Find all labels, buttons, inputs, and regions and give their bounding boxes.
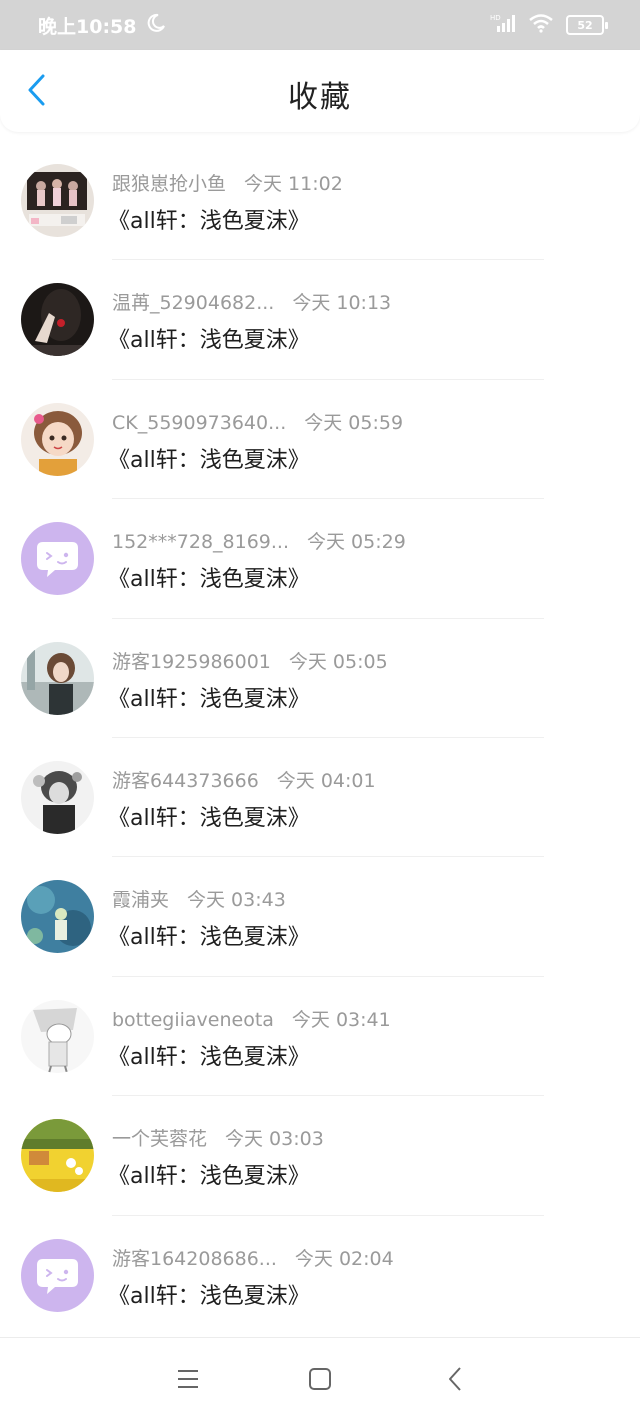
menu-icon (176, 1368, 200, 1394)
item-title[interactable]: 《all轩：浅色夏沫》 (108, 919, 310, 951)
item-meta: bottegiiaveneota 今天 03:41 (112, 1005, 391, 1032)
home-square-icon (308, 1367, 332, 1395)
avatar[interactable] (21, 760, 94, 834)
item-title[interactable]: 《all轩：浅色夏沫》 (108, 561, 310, 593)
user-name[interactable]: 霞浦夹 (112, 885, 169, 912)
user-name[interactable]: CK_5590973640... (112, 412, 286, 434)
default-chat-avatar-icon[interactable] (21, 522, 94, 596)
user-name[interactable]: 游客164208686... (112, 1244, 277, 1271)
status-right: HD 52 (490, 13, 608, 37)
battery-level: 52 (577, 18, 593, 32)
hd-label: HD (490, 14, 501, 22)
item-title[interactable]: 《all轩：浅色夏沫》 (108, 681, 310, 713)
item-meta: 霞浦夹 今天 03:43 (112, 885, 286, 912)
system-back-button[interactable] (440, 1366, 470, 1396)
home-button[interactable] (305, 1366, 335, 1396)
wifi-icon (528, 13, 554, 37)
user-name[interactable]: 温苒_52904682... (112, 288, 274, 315)
list-item[interactable]: 游客164208686... 今天 02:04 《all轩：浅色夏沫》 (0, 1216, 640, 1335)
user-name[interactable]: 跟狼崽抢小鱼 (112, 169, 226, 196)
timestamp: 今天 03:43 (187, 889, 286, 912)
item-title[interactable]: 《all轩：浅色夏沫》 (108, 1039, 310, 1071)
item-meta: 152***728_8169... 今天 05:29 (112, 527, 406, 554)
user-name[interactable]: 游客1925986001 (112, 647, 271, 674)
avatar[interactable] (21, 402, 94, 476)
list-item[interactable]: CK_5590973640... 今天 05:59 《all轩：浅色夏沫》 (0, 380, 640, 500)
avatar[interactable] (21, 283, 94, 357)
item-title[interactable]: 《all轩：浅色夏沫》 (108, 1158, 310, 1190)
item-title[interactable]: 《all轩：浅色夏沫》 (108, 800, 310, 832)
timestamp: 今天 11:02 (244, 173, 343, 195)
list-item[interactable]: 游客644373666 今天 04:01 《all轩：浅色夏沫》 (0, 738, 640, 858)
item-title[interactable]: 《all轩：浅色夏沫》 (108, 442, 310, 474)
menu-button[interactable] (173, 1366, 203, 1396)
list-item[interactable]: 152***728_8169... 今天 05:29 《all轩：浅色夏沫》 (0, 499, 640, 619)
moon-icon (146, 13, 166, 38)
timestamp: 今天 05:29 (307, 531, 406, 554)
timestamp: 今天 03:03 (225, 1128, 324, 1151)
avatar[interactable] (21, 164, 94, 237)
list-item[interactable]: 游客1925986001 今天 05:05 《all轩：浅色夏沫》 (0, 619, 640, 738)
status-left: 晚上10:58 (38, 12, 166, 39)
item-meta: 一个芙蓉花 今天 03:03 (112, 1124, 324, 1151)
user-name[interactable]: 游客644373666 (112, 766, 259, 793)
list-item[interactable]: 一个芙蓉花 今天 03:03 《all轩：浅色夏沫》 (0, 1096, 640, 1216)
signal-icon: HD (490, 13, 516, 37)
list-item[interactable]: 跟狼崽抢小鱼 今天 11:02 《all轩：浅色夏沫》 (0, 141, 640, 261)
list-item[interactable]: bottegiiaveneota 今天 03:41 《all轩：浅色夏沫》 (0, 977, 640, 1097)
back-triangle-icon (447, 1366, 463, 1396)
system-navigation-bar (0, 1337, 640, 1423)
list-item[interactable]: 温苒_52904682... 今天 10:13 《all轩：浅色夏沫》 (0, 260, 640, 380)
item-meta: 游客164208686... 今天 02:04 (112, 1244, 394, 1271)
item-title[interactable]: 《all轩：浅色夏沫》 (108, 1278, 310, 1310)
item-meta: CK_5590973640... 今天 05:59 (112, 408, 403, 435)
battery-icon: 52 (566, 15, 608, 35)
header: 收藏 (0, 50, 640, 132)
item-meta: 游客644373666 今天 04:01 (112, 766, 376, 793)
user-name[interactable]: 152***728_8169... (112, 531, 289, 553)
list-item[interactable]: 霞浦夹 今天 03:43 《all轩：浅色夏沫》 (0, 857, 640, 977)
default-chat-avatar-icon[interactable] (21, 1238, 94, 1312)
timestamp: 今天 05:05 (288, 650, 388, 673)
avatar[interactable] (21, 999, 94, 1073)
status-bar: 晚上10:58 HD 52 (0, 0, 640, 50)
item-title[interactable]: 《all轩：浅色夏沫》 (108, 203, 310, 235)
timestamp: 今天 04:01 (276, 769, 376, 792)
user-name[interactable]: bottegiiaveneota (112, 1009, 274, 1031)
timestamp: 今天 05:59 (304, 411, 404, 434)
timestamp: 今天 10:13 (292, 292, 392, 315)
item-meta: 温苒_52904682... 今天 10:13 (112, 288, 391, 315)
item-meta: 游客1925986001 今天 05:05 (112, 647, 388, 674)
favorites-list: 跟狼崽抢小鱼 今天 11:02 《all轩：浅色夏沫》 温苒_52904682.… (0, 141, 640, 1335)
timestamp: 今天 02:04 (294, 1247, 394, 1270)
user-name[interactable]: 一个芙蓉花 (112, 1124, 207, 1151)
timestamp: 今天 03:41 (291, 1008, 391, 1031)
avatar[interactable] (21, 641, 94, 715)
item-title[interactable]: 《all轩：浅色夏沫》 (108, 322, 310, 354)
page-title: 收藏 (288, 80, 352, 115)
avatar[interactable] (21, 880, 94, 954)
item-meta: 跟狼崽抢小鱼 今天 11:02 (112, 169, 343, 196)
avatar[interactable] (21, 1119, 94, 1193)
status-time: 晚上10:58 (38, 15, 137, 38)
